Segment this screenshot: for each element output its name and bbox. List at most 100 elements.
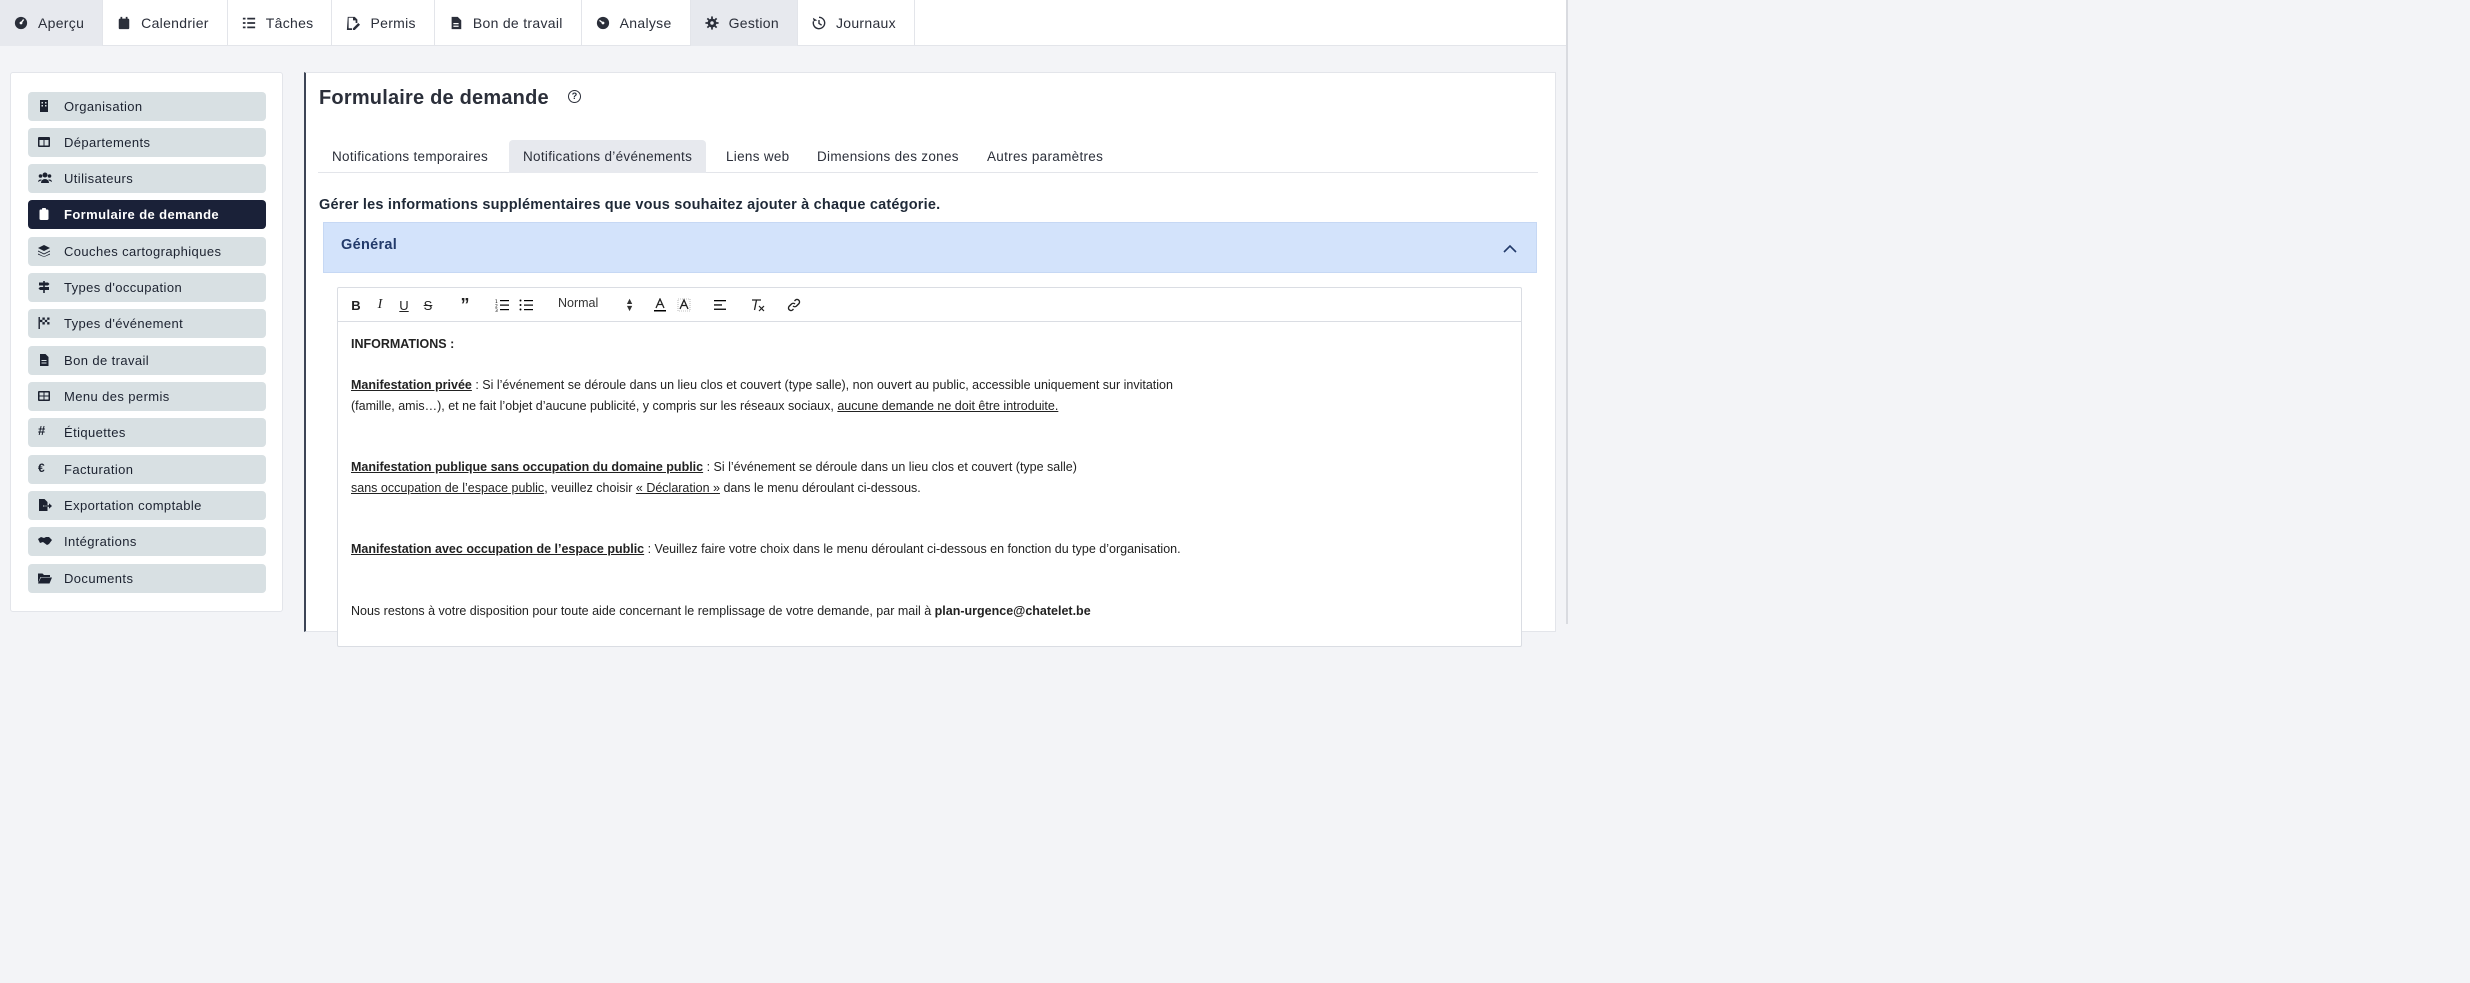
page-scrollbar[interactable]: [1566, 0, 1568, 624]
content-p1-title: Manifestation privée: [351, 378, 472, 392]
subtab-notifications-temporaires[interactable]: Notifications temporaires: [318, 140, 502, 173]
ordered-list-button[interactable]: 123: [494, 297, 510, 313]
rich-text-editor[interactable]: B I U S ” 123 Normal ▲ ▼ INFORMATIONS: …: [337, 287, 1522, 647]
link-button[interactable]: [786, 297, 802, 313]
sidebar-item-types-occupation[interactable]: Types d'occupation: [28, 273, 266, 302]
clear-format-button[interactable]: [750, 297, 766, 313]
svg-text:3: 3: [495, 308, 498, 312]
tab-permis[interactable]: Permis: [332, 0, 435, 46]
folder-icon: [38, 573, 52, 584]
text-color-icon: [654, 298, 666, 312]
sidebar-item-utilisateurs[interactable]: Utilisateurs: [28, 164, 266, 193]
underline-button[interactable]: U: [396, 297, 412, 313]
tab-journaux[interactable]: Journaux: [798, 0, 915, 46]
sidebar-item-etiquettes[interactable]: # Étiquettes: [28, 418, 266, 447]
sidebar-item-couches-cartographiques[interactable]: Couches cartographiques: [28, 237, 266, 266]
clipboard-icon: [39, 208, 49, 220]
sidebar-item-bon-de-travail[interactable]: Bon de travail: [28, 346, 266, 375]
sidebar-item-label: Départements: [64, 135, 151, 150]
accordion-title: Général: [341, 237, 398, 253]
sidebar-item-label: Étiquettes: [64, 425, 126, 440]
subtab-notifications-evenements[interactable]: Notifications d’événements: [509, 140, 707, 173]
editor-content[interactable]: INFORMATIONS : Manifestation privée : Si…: [351, 334, 1511, 621]
subtab-liens-web[interactable]: Liens web: [712, 140, 804, 173]
content-p3-title: Manifestation avec occupation de l’espac…: [351, 542, 645, 556]
sidebar-item-formulaire-de-demande[interactable]: Formulaire de demande: [28, 200, 266, 229]
bullet-list-button[interactable]: [518, 297, 534, 313]
permit-icon: [347, 16, 361, 30]
users-icon: [38, 172, 52, 183]
tab-label: Analyse: [619, 15, 672, 31]
file-export-icon: [39, 499, 52, 511]
flag-icon: [38, 317, 50, 329]
sidebar-item-label: Bon de travail: [64, 353, 150, 368]
file-icon: [40, 354, 49, 366]
sidebar-item-label: Utilisateurs: [64, 171, 134, 186]
tab-label: Tâches: [265, 15, 314, 31]
calendar-icon: [118, 16, 130, 30]
subtab-dimensions-des-zones[interactable]: Dimensions des zones: [803, 140, 973, 173]
history-icon: [812, 16, 826, 30]
align-button[interactable]: [712, 297, 728, 313]
sidebar-item-label: Types d'occupation: [64, 280, 183, 295]
handshake-icon: [38, 537, 52, 545]
tab-label: Aperçu: [38, 15, 85, 31]
tab-label: Bon de travail: [472, 15, 563, 31]
sidebar-item-menu-des-permis[interactable]: Menu des permis: [28, 382, 266, 411]
italic-button[interactable]: I: [372, 297, 388, 313]
strike-button[interactable]: S: [420, 297, 436, 313]
ordered-list-icon: 123: [495, 299, 509, 312]
sidebar-item-documents[interactable]: Documents: [28, 564, 266, 593]
tab-calendrier[interactable]: Calendrier: [103, 0, 228, 46]
work-order-icon: [451, 16, 462, 30]
subtabs: Notifications temporaires Notifications …: [318, 140, 1538, 173]
main-panel: Formulaire de demande ? Notifications te…: [304, 72, 1556, 647]
select-arrows-icon: ▲ ▼: [625, 296, 634, 313]
text-color-button[interactable]: [652, 297, 668, 313]
sidebar-item-label: Types d'événement: [64, 316, 184, 331]
sidebar-item-integrations[interactable]: Intégrations: [28, 527, 266, 556]
tab-apercu[interactable]: Aperçu: [0, 0, 104, 46]
accordion-general[interactable]: Général: [323, 222, 1537, 273]
sidebar-item-label: Facturation: [64, 462, 134, 477]
sidebar-item-label: Couches cartographiques: [64, 244, 222, 259]
chevron-up-icon[interactable]: [1502, 241, 1518, 257]
tab-gestion[interactable]: Gestion: [690, 0, 798, 46]
bullet-list-icon: [519, 299, 533, 311]
sidebar-item-types-evenement[interactable]: Types d'événement: [28, 309, 266, 338]
tab-bon-de-travail[interactable]: Bon de travail: [435, 0, 582, 46]
sidebar-item-departements[interactable]: Départements: [28, 128, 266, 157]
sidebar-item-label: Exportation comptable: [64, 498, 202, 513]
hashtag-icon: #: [38, 423, 46, 438]
tab-analyse[interactable]: Analyse: [582, 0, 691, 46]
tab-label: Calendrier: [141, 15, 209, 31]
tab-label: Permis: [370, 15, 416, 31]
sidebar-item-label: Menu des permis: [64, 389, 170, 404]
format-select[interactable]: Normal ▲ ▼: [558, 296, 634, 314]
blockquote-button[interactable]: ”: [457, 296, 473, 314]
content-p2-title: Manifestation publique sans occupation d…: [351, 460, 704, 474]
link-icon: [787, 298, 801, 312]
euro-icon: €: [38, 461, 46, 475]
content-p3-text: : Veuillez faire votre choix dans le men…: [644, 542, 1181, 556]
tab-label: Gestion: [728, 15, 779, 31]
sidebar-item-organisation[interactable]: Organisation: [28, 92, 266, 121]
tab-taches[interactable]: Tâches: [228, 0, 333, 46]
section-description: Gérer les informations supplémentaires q…: [319, 197, 941, 213]
settings-sidebar: Organisation Départements Utilisateurs F…: [10, 72, 283, 612]
layers-icon: [38, 245, 50, 257]
building-icon: [40, 100, 48, 112]
bold-button[interactable]: B: [348, 297, 364, 313]
help-icon[interactable]: ?: [568, 90, 581, 103]
editor-toolbar: B I U S ” 123 Normal ▲ ▼: [338, 288, 1521, 322]
contact-email[interactable]: plan-urgence@chatelet.be: [935, 604, 1091, 618]
top-navigation: Aperçu Calendrier Tâches Permis Bon de t…: [0, 0, 1566, 46]
dashboard-icon: [14, 16, 28, 30]
sidebar-item-facturation[interactable]: € Facturation: [28, 455, 266, 484]
background-color-button[interactable]: [676, 297, 692, 313]
sidebar-item-exportation-comptable[interactable]: Exportation comptable: [28, 491, 266, 520]
format-select-value: Normal: [558, 296, 599, 310]
subtab-autres-parametres[interactable]: Autres paramètres: [973, 140, 1117, 173]
sidebar-item-label: Intégrations: [64, 534, 137, 549]
content-p2-underline-a: sans occupation de l’espace public: [351, 480, 545, 495]
